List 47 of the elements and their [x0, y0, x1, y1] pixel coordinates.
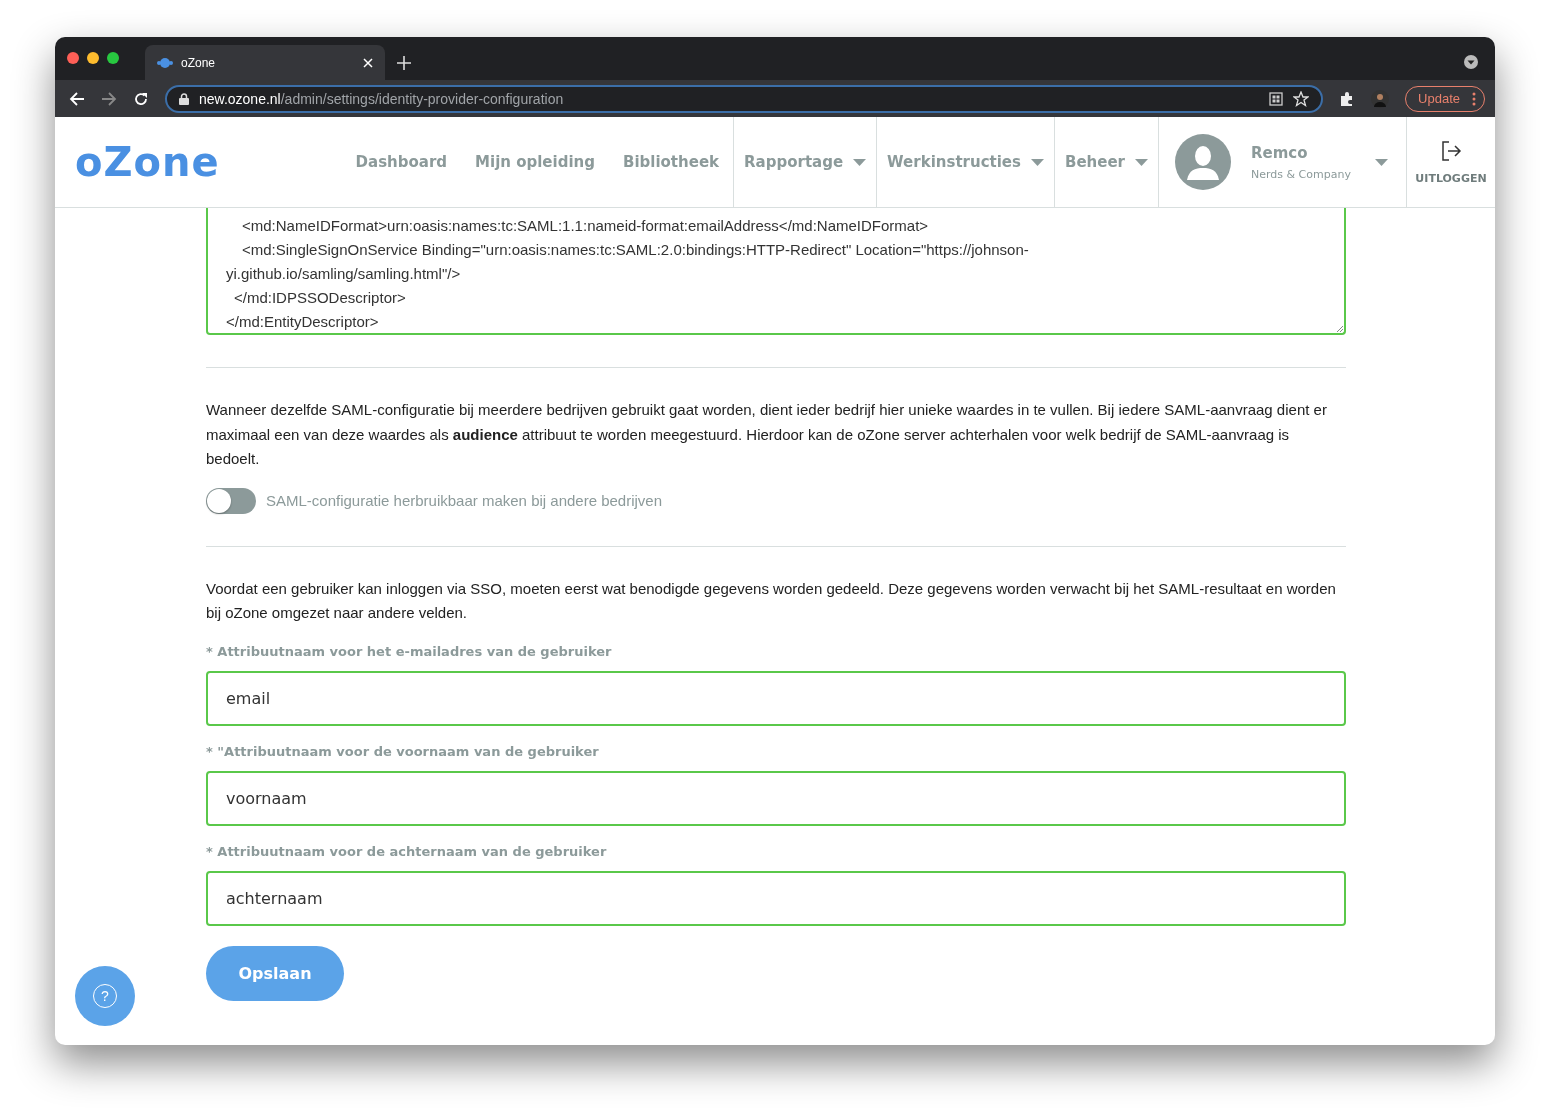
- caret-icon: [1135, 158, 1148, 166]
- tab-menu-icon[interactable]: [1463, 53, 1479, 70]
- address-field[interactable]: new.ozone.nl/admin/settings/identity-provider-configuration: [165, 84, 1324, 113]
- input-field[interactable]: email: [206, 670, 1346, 726]
- resize-handle-icon[interactable]: [1337, 326, 1343, 332]
- nav-item[interactable]: Beheer: [1053, 117, 1158, 207]
- logout-icon: [1440, 139, 1462, 162]
- more-icon: [1472, 91, 1476, 106]
- forward-icon[interactable]: [101, 90, 117, 107]
- profile-avatar-icon[interactable]: [1371, 89, 1390, 108]
- star-icon[interactable]: [1293, 90, 1310, 107]
- metadata-textarea[interactable]: <md:NameIDFormat>urn:oasis:names:tc:SAML:1.1:nameid-format:emailAddress</md:NameIDFormat> <md:SingleSignOnService Binding="urn:oasis:names:tc:SAML:2.0:bindings:HTTP-Redirect" Location="https://johnson- yi.github.io/samling/samling.html"/> </md:IDPSSODescriptor> </md:EntityDescriptor>: [206, 208, 1346, 335]
- toggle-label: SAML-configuratie herbruikbaar maken bij andere bedrijven: [266, 492, 663, 509]
- nav-item[interactable]: Bibliotheek: [608, 117, 734, 207]
- logo-icon: [157, 56, 173, 69]
- nav-item[interactable]: Mijn opleiding: [461, 117, 609, 207]
- audience-text: Wanneer dezelfde SAML-configuratie bij meerdere bedrijven gebruikt gaat worden, dient ieder bedrijf hier unieke waardes in te vullen. Bij iedere SAML-aanvraag dient er maximaal een van deze waardes als audience attribuut te worden meegestuurd. Hierdoor kan de oZone server achterhalen voor welk bedrijf de SAML-aanvraag is bedoelt.: [206, 400, 1328, 469]
- maximize-window-button[interactable]: [107, 51, 119, 64]
- qr-icon[interactable]: [1269, 91, 1284, 106]
- input-field[interactable]: achternaam: [206, 870, 1346, 926]
- browser-tab[interactable]: oZone: [145, 45, 385, 80]
- minimize-window-button[interactable]: [87, 51, 99, 64]
- new-tab-icon[interactable]: [397, 55, 411, 70]
- reload-icon[interactable]: [133, 90, 149, 107]
- avatar-icon[interactable]: [1175, 134, 1231, 190]
- logo[interactable]: oZone: [75, 139, 220, 185]
- user-name: Remco: [1251, 143, 1309, 162]
- caret-icon[interactable]: [1375, 158, 1388, 166]
- logout-button[interactable]: UITLOGGEN: [1407, 117, 1495, 207]
- attributes-text: Voordat een gebruiker kan inloggen via SSO, moeten eerst wat benodigde gegevens worden gedeeld. Deze gegevens worden verwacht bij het SAML-resultaat en worden bij oZone omgezet naar andere velden.: [206, 578, 1337, 623]
- nav-item[interactable]: Werkinstructies: [876, 117, 1054, 207]
- close-window-button[interactable]: [67, 51, 79, 64]
- user-company: Nerds & Company: [1251, 167, 1352, 181]
- back-icon[interactable]: [69, 90, 85, 107]
- nav-item[interactable]: Dashboard: [341, 117, 462, 207]
- help-button[interactable]: ?: [75, 966, 135, 1026]
- field-label: * "Attribuutnaam voor de voornaam van de gebruiker: [206, 743, 600, 759]
- lock-icon: [179, 92, 189, 105]
- field-label: * Attribuutnaam voor de achternaam van de gebruiker: [206, 843, 608, 859]
- input-field[interactable]: voornaam: [206, 770, 1346, 826]
- field-label: * Attribuutnaam voor het e-mailadres van de gebruiker: [206, 643, 613, 659]
- caret-icon: [853, 158, 867, 166]
- caret-icon: [1030, 158, 1044, 166]
- save-button[interactable]: Opslaan: [206, 945, 344, 1001]
- nav-item[interactable]: Rapportage: [733, 117, 877, 207]
- reuse-toggle[interactable]: [206, 487, 256, 514]
- close-icon[interactable]: [363, 57, 373, 68]
